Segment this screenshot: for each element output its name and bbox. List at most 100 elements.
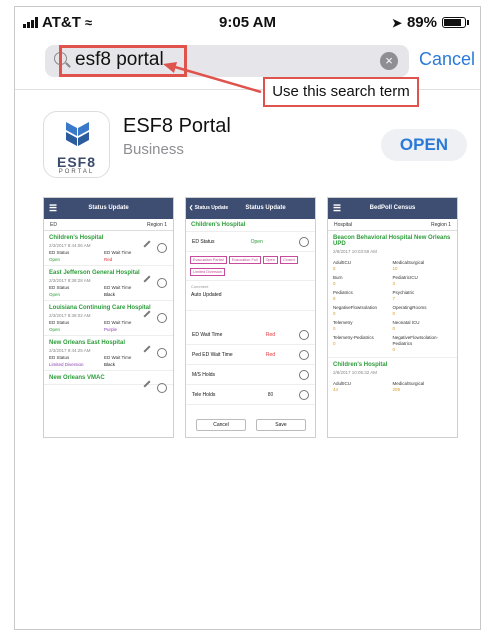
app-screenshot-1[interactable]: ☰ Status Update ED Region 1 Children's H…: [43, 197, 174, 438]
value-row: Open Red: [49, 257, 168, 262]
field-label: ED Status: [49, 285, 70, 290]
cancel-mini-button: Cancel: [196, 419, 246, 431]
comment-label: Comment: [191, 284, 209, 289]
update-time: 2/3/2017 8:38:02 AM: [49, 313, 91, 318]
back-label: ❮ Status Update: [189, 205, 229, 211]
field-label: ED Wait Time: [104, 355, 132, 360]
census-value: 0: [392, 347, 396, 352]
expand-icon: [299, 369, 309, 380]
status-tags: Evacuation Partial Evacuation Full Open Clo…: [186, 252, 315, 281]
app-screenshot-2[interactable]: ❮ Status Update Status Update Children's…: [185, 197, 316, 438]
comment-value: Auto Updated: [191, 292, 222, 298]
expand-icon: [157, 278, 167, 288]
hospital-name: New Orleans East Hospital: [49, 340, 126, 346]
census-grid: AdultICU 5 MedicalSurgical 10 Burn 0 Pediatric…: [328, 257, 457, 353]
census-value: 7: [392, 296, 396, 301]
field-value: Red: [265, 351, 276, 358]
phone-screen: AT&T ≈ 9:05 AM ➤ 89% × Cancel Use this s…: [14, 6, 481, 630]
hospital-card: New Orleans VMAC: [44, 371, 173, 393]
update-time: 2/3/2017 8:38:28 AM: [49, 278, 91, 283]
collapse-icon: [299, 236, 309, 247]
expand-icon: [157, 383, 167, 393]
field-label: Ped ED Wait Time: [192, 351, 233, 358]
screenshot-header: ☰ BedPoll Census: [328, 198, 457, 219]
census-card: Beacon Behavioral Hospital New Orleans U…: [328, 231, 457, 257]
census-value: 0: [392, 326, 396, 331]
menu-icon: ☰: [333, 203, 342, 213]
census-value: 209: [392, 387, 401, 392]
census-value: 0: [333, 326, 336, 331]
screenshot-title: BedPoll Census: [369, 205, 416, 211]
census-hospital: Children's Hospital: [333, 362, 388, 368]
field-label: ED Status: [49, 320, 70, 325]
census-cell: PediatricICU 3: [393, 275, 453, 287]
census-cell: MedicalSurgical 10: [393, 260, 453, 272]
comment-block: Comment Auto Updated: [186, 281, 315, 311]
label-row: ED Status ED Wait Time: [49, 285, 168, 290]
field-label: ED Status: [49, 250, 70, 255]
esf8-logo-icon: [66, 122, 89, 146]
status-tag: Limited Diversion: [190, 268, 226, 276]
expand-icon: [157, 243, 167, 253]
field-row: Ped ED Wait Time Red: [186, 345, 315, 365]
expand-icon: [157, 348, 167, 358]
app-title[interactable]: ESF8 Portal: [123, 115, 231, 138]
app-icon[interactable]: ESF8 PORTAL: [43, 111, 110, 178]
census-cell: Neonatal ICU 0: [393, 320, 453, 332]
hospital-name: East Jefferson General Hospital: [49, 270, 140, 276]
menu-icon: ☰: [49, 203, 58, 213]
field-label: M/S Holds: [192, 371, 216, 378]
census-value: 0: [333, 341, 336, 346]
screenshot-filter-row: ED Region 1: [44, 219, 173, 231]
field-row: Tele Holds 80: [186, 385, 315, 405]
field-value: Limited Diversion: [49, 362, 84, 367]
hospital-card: Louisiana Continuing Care Hospital 2/3/20…: [44, 301, 173, 336]
census-cell: NegativeFlowIsolation 0: [333, 305, 393, 317]
filter-left: ED: [50, 222, 57, 228]
screenshot-header: ☰ Status Update: [44, 198, 173, 219]
hospital-card: East Jefferson General Hospital 2/3/2017 …: [44, 266, 173, 301]
expand-icon: [299, 349, 309, 360]
app-icon-subtitle: PORTAL: [58, 169, 95, 175]
open-button[interactable]: OPEN: [381, 129, 467, 161]
field-value: Purple: [104, 327, 118, 332]
field-label: ED Wait Time: [104, 285, 132, 290]
field-label: Tele Holds: [192, 391, 216, 398]
census-cell: Telemetry 0: [333, 320, 393, 332]
census-cell: Burn 0: [333, 275, 393, 287]
save-mini-button: Save: [256, 419, 306, 431]
annotation-arrow: [163, 62, 262, 94]
census-value: 0: [392, 311, 396, 316]
field-row: ED Wait Time Red: [186, 325, 315, 345]
census-date: 2/8/2017 10:05:32 AM: [333, 370, 378, 375]
census-hospital: Beacon Behavioral Hospital New Orleans U…: [333, 235, 451, 247]
census-cell: Telemetry-Pediatrics 0: [333, 335, 393, 353]
ed-status-value: Open: [250, 238, 263, 245]
census-label: NegativeFlowIsolation-Pediatrics: [392, 335, 439, 346]
label-row: ED Status ED Wait Time: [49, 320, 168, 325]
expand-icon: [299, 329, 309, 340]
value-row: Open Purple: [49, 327, 168, 332]
app-icon-name: ESF8: [56, 154, 96, 170]
app-screenshot-3[interactable]: ☰ BedPoll Census Hospital Region 1 Beaco…: [327, 197, 458, 438]
screenshot-title: Status Update: [88, 205, 129, 211]
census-value: 8: [333, 296, 336, 301]
field-label: ED Status: [49, 355, 70, 360]
filter-right: Region 1: [146, 222, 167, 228]
census-cell: NegativeFlowIsolation-Pediatrics 0: [393, 335, 453, 353]
screenshot-title: Status Update: [245, 205, 286, 211]
field-label: ED Wait Time: [104, 320, 132, 325]
update-time: 2/3/2017 8:44:06 AM: [49, 243, 91, 248]
field-label: ED Wait Time: [104, 250, 132, 255]
census-value: 3: [392, 281, 396, 286]
field-value: Open: [49, 257, 61, 262]
field-value: Open: [49, 292, 61, 297]
filter-left: Hospital: [334, 222, 353, 228]
hospital-list: Children's Hospital 2/3/2017 8:44:06 AM ED…: [44, 231, 173, 393]
census-value: 0: [333, 311, 336, 316]
field-label: ED Wait Time: [192, 331, 223, 338]
census-cell: OperatingRooms 0: [393, 305, 453, 317]
field-value: Black: [104, 362, 116, 367]
status-tag: Closed: [279, 256, 298, 264]
status-tag: Open: [262, 256, 278, 264]
